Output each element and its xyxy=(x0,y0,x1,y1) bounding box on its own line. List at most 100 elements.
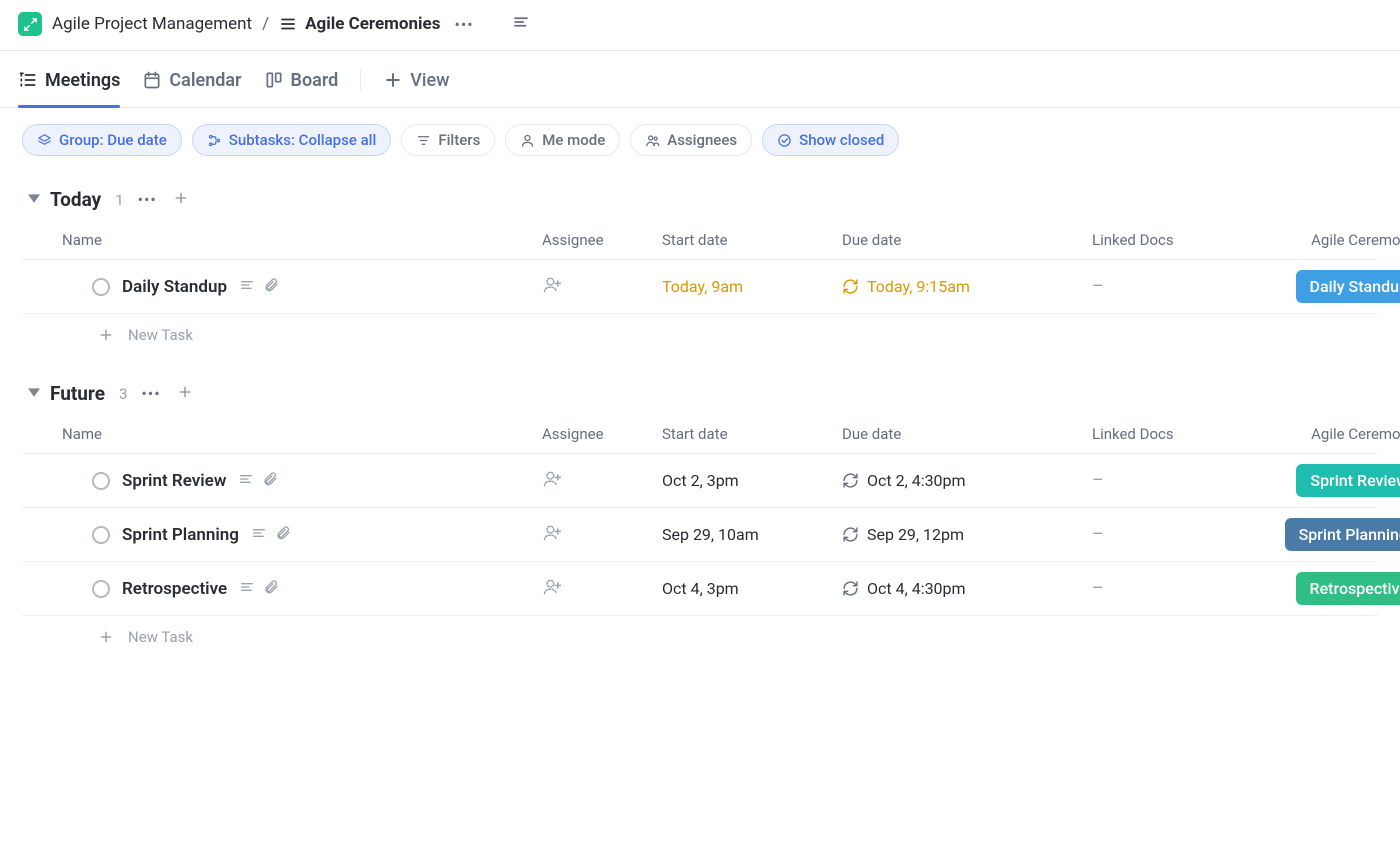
group-more-icon[interactable]: ••• xyxy=(134,190,161,209)
group-count: 1 xyxy=(115,191,123,209)
add-view-button[interactable]: View xyxy=(383,70,449,107)
me-mode-pill[interactable]: Me mode xyxy=(505,124,620,156)
new-task-label: New Task xyxy=(128,326,193,344)
attachment-icon[interactable] xyxy=(263,579,279,599)
ceremony-chip[interactable]: Retrospective xyxy=(1296,572,1400,605)
tab-board-label: Board xyxy=(291,70,339,91)
assignees-pill[interactable]: Assignees xyxy=(630,124,752,156)
assignee-cell[interactable] xyxy=(542,523,662,547)
breadcrumb-page-title: Agile Ceremonies xyxy=(305,14,440,34)
collapse-toggle-icon[interactable] xyxy=(28,386,40,402)
column-header-row: Name Assignee Start date Due date Linked… xyxy=(22,415,1378,454)
table-row[interactable]: Sprint Planning Sep 29, 10am Sep 29, 12p… xyxy=(22,508,1378,562)
workspace-icon[interactable] xyxy=(18,12,42,36)
breadcrumb-current[interactable]: Agile Ceremonies xyxy=(279,14,440,34)
description-icon[interactable] xyxy=(238,471,254,491)
recurring-icon xyxy=(842,278,859,295)
col-assignee[interactable]: Assignee xyxy=(542,425,662,443)
due-date-text: Sep 29, 12pm xyxy=(867,525,964,544)
linked-docs-cell[interactable]: – xyxy=(1092,276,1252,297)
task-name[interactable]: Daily Standup xyxy=(122,277,227,297)
collapse-toggle-icon[interactable] xyxy=(28,192,40,208)
me-mode-pill-label: Me mode xyxy=(542,131,605,149)
status-circle-icon[interactable] xyxy=(92,472,110,490)
tab-meetings[interactable]: Meetings xyxy=(18,70,120,107)
filter-pills: Group: Due date Subtasks: Collapse all F… xyxy=(0,108,1400,162)
ceremony-chip[interactable]: Sprint Planning xyxy=(1285,518,1400,551)
start-date-cell[interactable]: Oct 4, 3pm xyxy=(662,579,842,598)
group-add-icon[interactable] xyxy=(173,190,189,210)
due-date-cell[interactable]: Sep 29, 12pm xyxy=(842,525,1092,544)
due-date-cell[interactable]: Today, 9:15am xyxy=(842,277,1092,296)
start-date-cell[interactable]: Today, 9am xyxy=(662,277,842,296)
status-circle-icon[interactable] xyxy=(92,278,110,296)
due-date-cell[interactable]: Oct 4, 4:30pm xyxy=(842,579,1092,598)
status-circle-icon[interactable] xyxy=(92,580,110,598)
new-task-button[interactable]: New Task xyxy=(22,616,1378,658)
col-start[interactable]: Start date xyxy=(662,425,842,443)
show-closed-pill[interactable]: Show closed xyxy=(762,124,899,156)
description-icon[interactable] xyxy=(239,277,255,297)
linked-docs-cell[interactable]: – xyxy=(1092,470,1252,491)
filters-pill-label: Filters xyxy=(438,131,480,149)
status-circle-icon[interactable] xyxy=(92,526,110,544)
attachment-icon[interactable] xyxy=(263,277,279,297)
tab-calendar-label: Calendar xyxy=(169,70,241,91)
task-name[interactable]: Sprint Planning xyxy=(122,525,239,545)
task-name[interactable]: Sprint Review xyxy=(122,471,226,491)
ceremony-chip[interactable]: Daily Standup xyxy=(1296,270,1400,303)
description-icon[interactable] xyxy=(239,579,255,599)
group-title[interactable]: Future xyxy=(50,382,105,405)
start-date-cell[interactable]: Sep 29, 10am xyxy=(662,525,842,544)
due-date-text: Oct 4, 4:30pm xyxy=(867,579,966,598)
col-start[interactable]: Start date xyxy=(662,231,842,249)
new-task-button[interactable]: New Task xyxy=(22,314,1378,356)
tab-divider xyxy=(360,69,361,91)
breadcrumb: Agile Project Management / Agile Ceremon… xyxy=(0,0,1400,51)
assignee-cell[interactable] xyxy=(542,577,662,601)
table-row[interactable]: Retrospective Oct 4, 3pm Oct 4, 4:30pm –… xyxy=(22,562,1378,616)
group-header: Today 1 ••• xyxy=(22,180,1378,221)
group-header: Future 3 ••• xyxy=(22,374,1378,415)
col-name[interactable]: Name xyxy=(62,231,542,249)
group-title[interactable]: Today xyxy=(50,188,101,211)
subtasks-pill-label: Subtasks: Collapse all xyxy=(229,131,377,149)
task-name[interactable]: Retrospective xyxy=(122,579,227,599)
subtasks-pill[interactable]: Subtasks: Collapse all xyxy=(192,124,392,156)
assignee-cell[interactable] xyxy=(542,275,662,299)
linked-docs-cell[interactable]: – xyxy=(1092,524,1252,545)
group-more-icon[interactable]: ••• xyxy=(137,384,164,403)
group-add-icon[interactable] xyxy=(177,384,193,404)
ceremony-chip[interactable]: Sprint Review xyxy=(1296,464,1400,497)
show-closed-pill-label: Show closed xyxy=(799,131,884,149)
col-name[interactable]: Name xyxy=(62,425,542,443)
col-ceremony[interactable]: Agile Ceremony xyxy=(1252,425,1400,443)
tab-meetings-label: Meetings xyxy=(45,70,120,91)
attachment-icon[interactable] xyxy=(262,471,278,491)
col-due[interactable]: Due date xyxy=(842,425,1092,443)
col-docs[interactable]: Linked Docs xyxy=(1092,231,1252,249)
breadcrumb-separator: / xyxy=(262,14,269,34)
filters-pill[interactable]: Filters xyxy=(401,124,495,156)
due-date-text: Today, 9:15am xyxy=(867,277,970,296)
tab-calendar[interactable]: Calendar xyxy=(142,70,241,107)
col-assignee[interactable]: Assignee xyxy=(542,231,662,249)
due-date-text: Oct 2, 4:30pm xyxy=(867,471,966,490)
col-due[interactable]: Due date xyxy=(842,231,1092,249)
table-row[interactable]: Sprint Review Oct 2, 3pm Oct 2, 4:30pm –… xyxy=(22,454,1378,508)
tab-board[interactable]: Board xyxy=(264,70,339,107)
linked-docs-cell[interactable]: – xyxy=(1092,578,1252,599)
recurring-icon xyxy=(842,526,859,543)
breadcrumb-workspace[interactable]: Agile Project Management xyxy=(52,14,252,34)
description-icon[interactable] xyxy=(251,525,267,545)
attachment-icon[interactable] xyxy=(275,525,291,545)
assignee-cell[interactable] xyxy=(542,469,662,493)
align-left-icon[interactable] xyxy=(512,13,530,35)
due-date-cell[interactable]: Oct 2, 4:30pm xyxy=(842,471,1092,490)
col-docs[interactable]: Linked Docs xyxy=(1092,425,1252,443)
more-options-icon[interactable]: ••• xyxy=(450,15,477,34)
table-row[interactable]: Daily Standup Today, 9am Today, 9:15am –… xyxy=(22,260,1378,314)
group-pill[interactable]: Group: Due date xyxy=(22,124,182,156)
start-date-cell[interactable]: Oct 2, 3pm xyxy=(662,471,842,490)
col-ceremony[interactable]: Agile Ceremony xyxy=(1252,231,1400,249)
